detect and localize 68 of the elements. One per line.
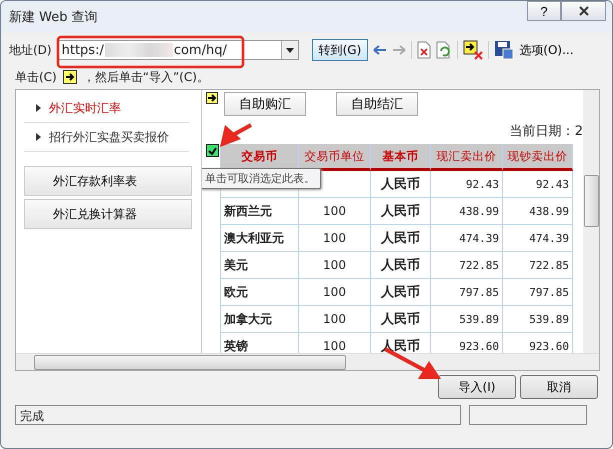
- table-cell: 人民币: [371, 252, 431, 279]
- sidebar-link[interactable]: 外汇实时汇率: [24, 94, 189, 123]
- table-cell: 人民币: [371, 279, 431, 306]
- table-cell: 100: [299, 252, 371, 279]
- annotation-arrow: [220, 123, 252, 147]
- bullet-icon: [36, 104, 41, 112]
- back-arrow-icon[interactable]: [373, 44, 388, 56]
- refresh-page-icon[interactable]: [436, 41, 452, 59]
- redaction-blur: [104, 43, 173, 57]
- table-cell: 人民币: [371, 171, 431, 198]
- page-button[interactable]: 自助购汇: [224, 92, 306, 116]
- help-button[interactable]: ?: [527, 1, 561, 21]
- sidebar-button[interactable]: 外汇兑换计算器: [24, 199, 192, 229]
- import-button[interactable]: 导入(I): [438, 375, 516, 399]
- tooltip: 单击可取消选定此表。: [202, 168, 321, 189]
- table-cell: 438.99: [431, 198, 503, 225]
- hint-text: ，然后单击“导入”(C)。: [82, 68, 209, 86]
- table-cell: 加拿大元: [221, 306, 299, 333]
- table-cell: 100: [299, 279, 371, 306]
- cancel-button[interactable]: 取消: [520, 375, 598, 399]
- column-header: 交易币单位: [299, 144, 371, 171]
- table-cell: 100: [299, 306, 371, 333]
- address-label: 地址(D): [9, 42, 52, 58]
- table-cell: 人民币: [371, 306, 431, 333]
- table-cell: 人民币: [371, 198, 431, 225]
- hint-text: 单击(C): [15, 68, 57, 86]
- table-cell: 人民币: [371, 225, 431, 252]
- table-cell: 474.39: [431, 225, 503, 252]
- table-cell: 92.43: [431, 171, 503, 198]
- table-cell: 539.89: [431, 306, 503, 333]
- horizontal-scrollbar[interactable]: [16, 353, 599, 370]
- table-cell: 新西兰元: [221, 198, 299, 225]
- date-label: 当前日期：2: [510, 123, 583, 141]
- table-cell: 722.85: [503, 252, 573, 279]
- hide-icons-icon[interactable]: [463, 40, 484, 60]
- arrow-marker-icon: [62, 70, 77, 84]
- table-cell: 欧元: [221, 279, 299, 306]
- table-cell: 797.85: [503, 279, 573, 306]
- table-cell: 100: [299, 225, 371, 252]
- table-cell: 美元: [221, 252, 299, 279]
- go-button[interactable]: 转到(G): [312, 39, 368, 61]
- table-select-checkbox[interactable]: [206, 144, 219, 157]
- bullet-icon: [36, 133, 41, 141]
- status-text: 完成: [15, 405, 461, 425]
- options-button[interactable]: 选项(O)...: [519, 42, 574, 58]
- close-icon[interactable]: [578, 5, 590, 17]
- table-cell: 539.89: [503, 306, 573, 333]
- table-cell: 722.85: [431, 252, 503, 279]
- sidebar-link[interactable]: 招行外汇实盘买卖报价: [24, 123, 189, 152]
- column-header: 基本币: [371, 144, 431, 171]
- dropdown-icon[interactable]: [280, 41, 298, 59]
- table-cell: 474.39: [503, 225, 573, 252]
- vertical-scrollbar[interactable]: [583, 90, 599, 353]
- column-header: 现钞卖出价: [503, 144, 573, 171]
- window-title: 新建 Web 查询: [9, 9, 98, 26]
- close-button[interactable]: [561, 1, 606, 21]
- table-cell: 438.99: [503, 198, 573, 225]
- table-cell: 797.85: [431, 279, 503, 306]
- column-header: 现汇卖出价: [431, 144, 503, 171]
- stop-page-icon[interactable]: [417, 41, 432, 59]
- table-cell: 澳大利亚元: [221, 225, 299, 252]
- address-field[interactable]: https:/ com/hq/: [56, 40, 299, 60]
- page-button[interactable]: 自助结汇: [336, 92, 418, 116]
- table-cell: 92.43: [503, 171, 573, 198]
- save-disk-icon[interactable]: [494, 40, 514, 60]
- sidebar-button[interactable]: 外汇存款利率表: [24, 166, 192, 196]
- table-cell: 100: [299, 198, 371, 225]
- arrow-marker-icon[interactable]: [206, 92, 218, 104]
